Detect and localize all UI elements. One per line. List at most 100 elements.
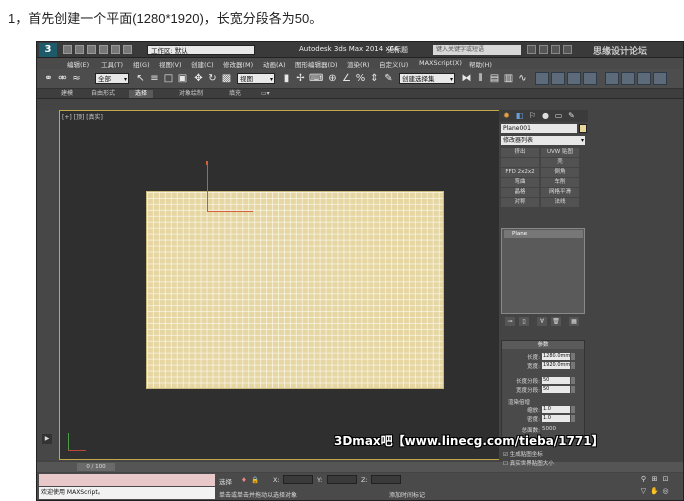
render-setup-icon[interactable] — [567, 72, 581, 85]
time-slider[interactable]: 0 / 100 — [77, 463, 115, 471]
menu-tools[interactable]: 工具(T) — [101, 59, 123, 69]
length-segs-spinner[interactable] — [571, 377, 575, 384]
redo-icon[interactable] — [111, 45, 120, 54]
app-logo-icon[interactable]: 3 — [39, 43, 57, 57]
remove-modifier-icon[interactable]: 🗑 — [551, 317, 561, 326]
angle-snap-icon[interactable]: ∠ — [341, 73, 352, 84]
rotate-icon[interactable]: ↻ — [207, 73, 218, 84]
configure-sets-icon[interactable]: ▦ — [569, 317, 579, 326]
pivot-icon[interactable]: ▮ — [281, 73, 292, 84]
rendered-frame-icon[interactable] — [583, 72, 597, 85]
add-time-tag[interactable]: 添加时间标记 — [389, 490, 425, 499]
tab-freeform[interactable]: 自由形式 — [85, 90, 121, 98]
save-file-icon[interactable] — [87, 45, 96, 54]
mod-button-ffd[interactable]: FFD 2x2x2 — [501, 168, 539, 177]
hold-icon[interactable] — [123, 45, 132, 54]
show-end-result-icon[interactable]: ▯ — [519, 317, 529, 326]
length-field[interactable]: 1280.0mm — [542, 353, 570, 360]
mod-button-meshsmooth[interactable]: 网格平滑 — [541, 188, 579, 197]
gen-mapping-checkbox[interactable]: ☑ 生成贴图坐标 — [503, 450, 543, 458]
y-coord-field[interactable] — [327, 475, 357, 484]
open-file-icon[interactable] — [75, 45, 84, 54]
zoom-all-icon[interactable]: ⊞ — [650, 475, 659, 484]
mod-button-lathe[interactable]: 车削 — [541, 178, 579, 187]
render-online-icon[interactable] — [653, 72, 667, 85]
stack-item-plane[interactable]: Plane — [504, 230, 583, 238]
unlink-icon[interactable]: ⚮ — [57, 73, 68, 84]
mirror-icon[interactable]: ⧓ — [461, 73, 472, 84]
search-input[interactable]: 键入关键字或短语 — [433, 45, 521, 55]
menu-graph-editors[interactable]: 图形编辑器(D) — [295, 59, 338, 69]
select-manipulate-icon[interactable]: ✢ — [295, 73, 306, 84]
selection-lock-icon[interactable]: ♦ — [241, 476, 247, 484]
mod-button-lattice[interactable]: 晶格 — [501, 188, 539, 197]
activeshade-icon[interactable] — [637, 72, 651, 85]
mod-button-symmetry[interactable]: 对称 — [501, 198, 539, 207]
menu-create[interactable]: 创建(C) — [191, 59, 214, 69]
tab-modeling[interactable]: 建模 — [55, 90, 79, 98]
lock-icon[interactable]: 🔒 — [251, 476, 259, 484]
pin-stack-icon[interactable]: ⊸ — [505, 317, 515, 326]
render-production-icon[interactable] — [605, 72, 619, 85]
top-viewport[interactable]: [+] [顶] [真实] — [59, 110, 525, 460]
select-object-icon[interactable]: ↖ — [135, 73, 146, 84]
fov-icon[interactable]: ▽ — [639, 487, 648, 496]
menu-edit[interactable]: 编辑(E) — [67, 59, 89, 69]
play-icon[interactable]: ▶ — [42, 434, 52, 444]
menu-help[interactable]: 帮助(H) — [469, 59, 492, 69]
new-file-icon[interactable] — [63, 45, 72, 54]
star-icon[interactable] — [539, 45, 548, 54]
mod-button-bend[interactable]: 弯曲 — [501, 178, 539, 187]
zoom-extents-icon[interactable]: ⊡ — [661, 475, 670, 484]
material-editor-icon[interactable] — [551, 72, 565, 85]
menu-animation[interactable]: 动画(A) — [263, 59, 286, 69]
density-spinner[interactable] — [571, 415, 575, 422]
scale-icon[interactable]: ▩ — [221, 73, 232, 84]
tab-object-paint[interactable]: 对象绘制 — [173, 90, 209, 98]
edit-named-sel-icon[interactable]: ✎ — [383, 73, 394, 84]
menu-maxscript[interactable]: MAXScript(X) — [419, 59, 462, 67]
layer-icon[interactable]: ▤ — [489, 73, 500, 84]
mod-button-bevel[interactable]: 倒角 — [541, 168, 579, 177]
schematic-view-icon[interactable] — [535, 72, 549, 85]
maxscript-mini-listener[interactable] — [39, 474, 215, 486]
width-segs-spinner[interactable] — [571, 386, 575, 393]
snap-icon[interactable]: ⊕ — [327, 73, 338, 84]
mod-button-shell[interactable]: 壳 — [541, 158, 579, 167]
object-color-swatch[interactable] — [579, 124, 587, 133]
mod-button-empty[interactable] — [501, 158, 539, 167]
named-selection-dropdown[interactable]: 创建选择集 — [399, 73, 455, 85]
display-tab-icon[interactable]: ▭ — [553, 111, 564, 121]
x-coord-field[interactable] — [283, 475, 313, 484]
viewport-label[interactable]: [+] [顶] [真实] — [62, 112, 103, 121]
mod-button-uvw-map[interactable]: UVW 贴图 — [541, 148, 579, 157]
modifier-stack[interactable]: Plane — [501, 228, 585, 314]
undo-icon[interactable] — [99, 45, 108, 54]
link-icon[interactable]: ⚭ — [43, 73, 54, 84]
modifier-list-dropdown[interactable]: 修改器列表 — [501, 136, 585, 145]
spinner-snap-icon[interactable]: ⇕ — [369, 73, 380, 84]
ribbon-options-icon[interactable]: ▭▾ — [255, 90, 276, 98]
scale-spinner[interactable] — [571, 406, 575, 413]
help-icon[interactable] — [551, 45, 560, 54]
workspace-dropdown[interactable]: 工作区: 默认 — [147, 45, 255, 55]
pan-icon[interactable]: ✋ — [650, 487, 659, 496]
hierarchy-tab-icon[interactable]: ⚐ — [527, 111, 538, 121]
minimize-icon[interactable] — [563, 45, 572, 54]
move-icon[interactable]: ✥ — [193, 73, 204, 84]
tab-populate[interactable]: 填充 — [223, 90, 247, 98]
orbit-icon[interactable]: ◎ — [661, 487, 670, 496]
motion-tab-icon[interactable]: ● — [540, 111, 551, 121]
mod-button-extrude[interactable]: 挤出 — [501, 148, 539, 157]
create-tab-icon[interactable]: ✹ — [501, 111, 512, 121]
z-coord-field[interactable] — [371, 475, 401, 484]
mod-button-normal[interactable]: 法线 — [541, 198, 579, 207]
width-segs-field[interactable]: 50 — [542, 386, 570, 393]
curve-editor-icon[interactable]: ∿ — [517, 73, 528, 84]
select-by-name-icon[interactable]: ≡ — [149, 73, 160, 84]
rect-selection-icon[interactable]: □ — [163, 73, 174, 84]
density-field[interactable]: 1.0 — [542, 415, 570, 422]
render-iterative-icon[interactable] — [621, 72, 635, 85]
length-spinner[interactable] — [571, 353, 575, 360]
binoculars-icon[interactable] — [527, 45, 536, 54]
